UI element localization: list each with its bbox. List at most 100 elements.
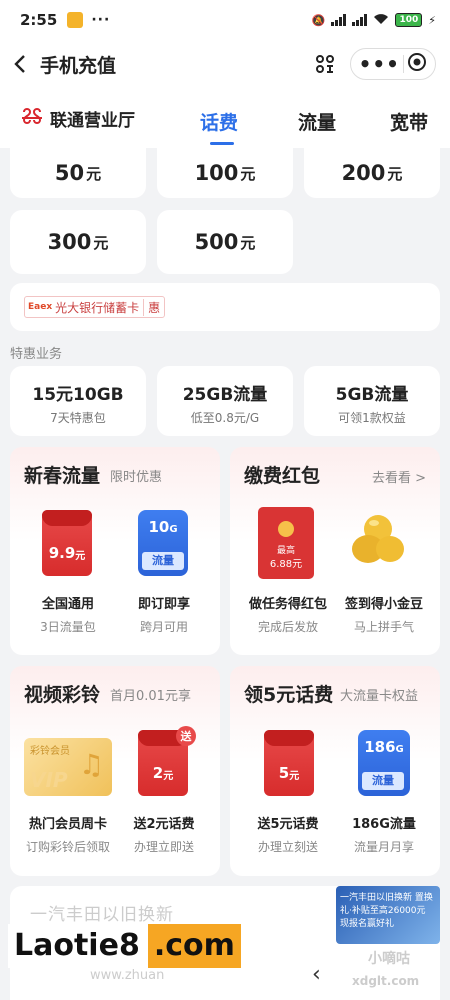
- ad-banner[interactable]: 一汽丰田以旧换新 置换礼·补贴至高26000元 现报名赢好礼: [336, 886, 440, 944]
- data-label: 流量: [362, 772, 404, 790]
- mute-icon: 🔕: [311, 13, 326, 27]
- package-title: 5GB流量: [335, 385, 409, 405]
- promo-spring-data: 新春流量 限时优惠 9.9 元 10G 流量 全国通用 3日流量包 即订即享 跨月可…: [10, 447, 220, 655]
- amount-unit: 元: [86, 164, 102, 183]
- bank-promo-bar[interactable]: Eaex 光大银行储蓄卡 惠: [10, 283, 440, 331]
- promo-item-name[interactable]: 即订即享: [114, 593, 214, 612]
- data-unit: G: [169, 524, 178, 535]
- price-unit: 元: [75, 551, 86, 562]
- corner-watermark-url: xdglt.com: [352, 974, 420, 988]
- promo-item-sub: 完成后发放: [257, 620, 318, 634]
- data-amount: 10: [148, 518, 170, 536]
- gold-bean-icon[interactable]: [348, 509, 408, 569]
- nav-back-icon[interactable]: ‹: [312, 962, 321, 987]
- vip-card-icon[interactable]: 彩铃会员 VIP ♫: [24, 738, 112, 796]
- price-unit: 元: [289, 771, 300, 782]
- back-button[interactable]: [0, 40, 40, 88]
- data-amount: 186: [364, 738, 396, 756]
- amount-option-200[interactable]: 200 元: [304, 148, 440, 198]
- notification-app-icon: [67, 12, 84, 28]
- promo-item-name[interactable]: 热门会员周卡: [18, 813, 118, 832]
- promo-title: 新春流量: [24, 465, 101, 487]
- package-title: 15元10GB: [32, 385, 124, 405]
- chevron-left-icon: [14, 55, 25, 73]
- amount-unit: 元: [240, 233, 256, 252]
- red-envelope-icon[interactable]: 9.9 元: [42, 510, 92, 576]
- faded-url: www.zhuan: [90, 968, 165, 983]
- amount-unit: 元: [240, 164, 256, 183]
- promo-item-name[interactable]: 186G流量: [334, 813, 434, 832]
- promo-tag: 首月0.01元享: [110, 689, 191, 704]
- promo-item-sub: 跨月可用: [139, 620, 188, 634]
- signal-1-icon: [331, 14, 347, 26]
- gift-envelope-icon[interactable]: 最高 6.88元: [258, 507, 314, 579]
- brand-name: 联通营业厅: [50, 110, 135, 131]
- active-tab-indicator: [210, 142, 234, 145]
- envelope-amount: 6.88元: [269, 559, 303, 570]
- package-card[interactable]: 25GB流量 低至0.8元/G: [157, 366, 293, 436]
- tab-huafei[interactable]: 话费: [200, 108, 238, 135]
- data-label: 流量: [142, 552, 184, 570]
- promo-red-packet: 缴费红包 去看看 > 最高 6.88元 做任务得红包 完成后发放 签到得小金豆 …: [230, 447, 440, 655]
- amount-option-300[interactable]: 300 元: [10, 210, 146, 274]
- more-options-button[interactable]: •••: [359, 54, 400, 74]
- amount-value: 50: [54, 161, 85, 185]
- miniapp-capsule: •••: [350, 48, 436, 80]
- section-title: 特惠业务: [10, 347, 63, 362]
- charging-icon: ⚡: [428, 13, 436, 27]
- clock: 2:55: [20, 11, 58, 29]
- more-notifications-icon: ···: [91, 12, 111, 28]
- watermark-text: Laotie8: [8, 924, 146, 968]
- envelope-seal: [278, 521, 294, 537]
- package-card[interactable]: 15元10GB 7天特惠包: [10, 366, 146, 436]
- page-header: 手机充值 •••: [0, 40, 450, 88]
- scan-button[interactable]: [310, 49, 340, 79]
- red-envelope-icon[interactable]: 5元: [264, 730, 314, 796]
- watermark-suffix: .com: [147, 924, 241, 968]
- gift-badge: 送: [176, 726, 196, 746]
- promo-video-ringtone: 视频彩铃 首月0.01元享 彩铃会员 VIP ♫ 2元 送 热门会员周卡 订购彩…: [10, 666, 220, 876]
- amount-value: 300: [47, 230, 92, 254]
- promo-five-yuan: 领5元话费 大流量卡权益 5元 186G 流量 送5元话费 办理立刻送 186G流…: [230, 666, 440, 876]
- amount-option-500[interactable]: 500 元: [157, 210, 293, 274]
- amount-option-100[interactable]: 100 元: [157, 148, 293, 198]
- amount-value: 500: [194, 230, 239, 254]
- promo-item-name[interactable]: 送5元话费: [238, 813, 338, 832]
- tab-kuandai[interactable]: 宽带: [390, 108, 428, 135]
- package-subtitle: 7天特惠包: [50, 411, 106, 425]
- promo-item-sub: 流量月月享: [353, 840, 414, 854]
- price-unit: 元: [163, 771, 174, 782]
- wifi-icon: [373, 13, 389, 28]
- promo-item-name[interactable]: 送2元话费: [114, 813, 214, 832]
- ad-text: 一汽丰田以旧换新 置换礼·补贴至高26000元 现报名赢好礼: [340, 893, 433, 929]
- discount-badge: 惠: [143, 298, 164, 316]
- capsule-divider: [403, 55, 405, 73]
- scan-icon: [316, 55, 334, 73]
- top-tabs: 联通营业厅 话费 流量 宽带: [0, 88, 450, 148]
- close-miniapp-button[interactable]: [407, 52, 427, 76]
- data-box-icon[interactable]: 186G 流量: [358, 730, 410, 796]
- price-value: 2: [152, 764, 164, 782]
- watermark: Laotie8 .com: [8, 924, 241, 968]
- music-note-icon: ♫: [78, 748, 104, 781]
- target-icon: [408, 53, 427, 71]
- package-subtitle: 可领1款权益: [338, 411, 406, 425]
- see-more-link[interactable]: 去看看 >: [372, 467, 426, 486]
- corner-watermark: 小嘀咕: [368, 951, 410, 967]
- page-title: 手机充值: [40, 54, 117, 77]
- amount-option-50[interactable]: 50 元: [10, 148, 146, 198]
- promo-item-sub: 订购彩铃后领取: [25, 840, 110, 854]
- promo-item-name[interactable]: 全国通用: [18, 593, 118, 612]
- promo-item-name[interactable]: 签到得小金豆: [334, 593, 434, 612]
- tab-liuliang[interactable]: 流量: [298, 108, 336, 135]
- package-subtitle: 低至0.8元/G: [190, 411, 260, 425]
- amount-unit: 元: [387, 164, 403, 183]
- promo-title: 缴费红包: [244, 465, 321, 487]
- vip-card-label: 彩铃会员: [30, 746, 70, 757]
- faded-headline: 一汽丰田以旧换新: [30, 905, 174, 925]
- brand[interactable]: 联通营业厅: [20, 106, 135, 131]
- data-box-icon[interactable]: 10G 流量: [138, 510, 188, 576]
- package-card[interactable]: 5GB流量 可领1款权益: [304, 366, 440, 436]
- promo-item-name[interactable]: 做任务得红包: [238, 593, 338, 612]
- package-title: 25GB流量: [182, 385, 268, 405]
